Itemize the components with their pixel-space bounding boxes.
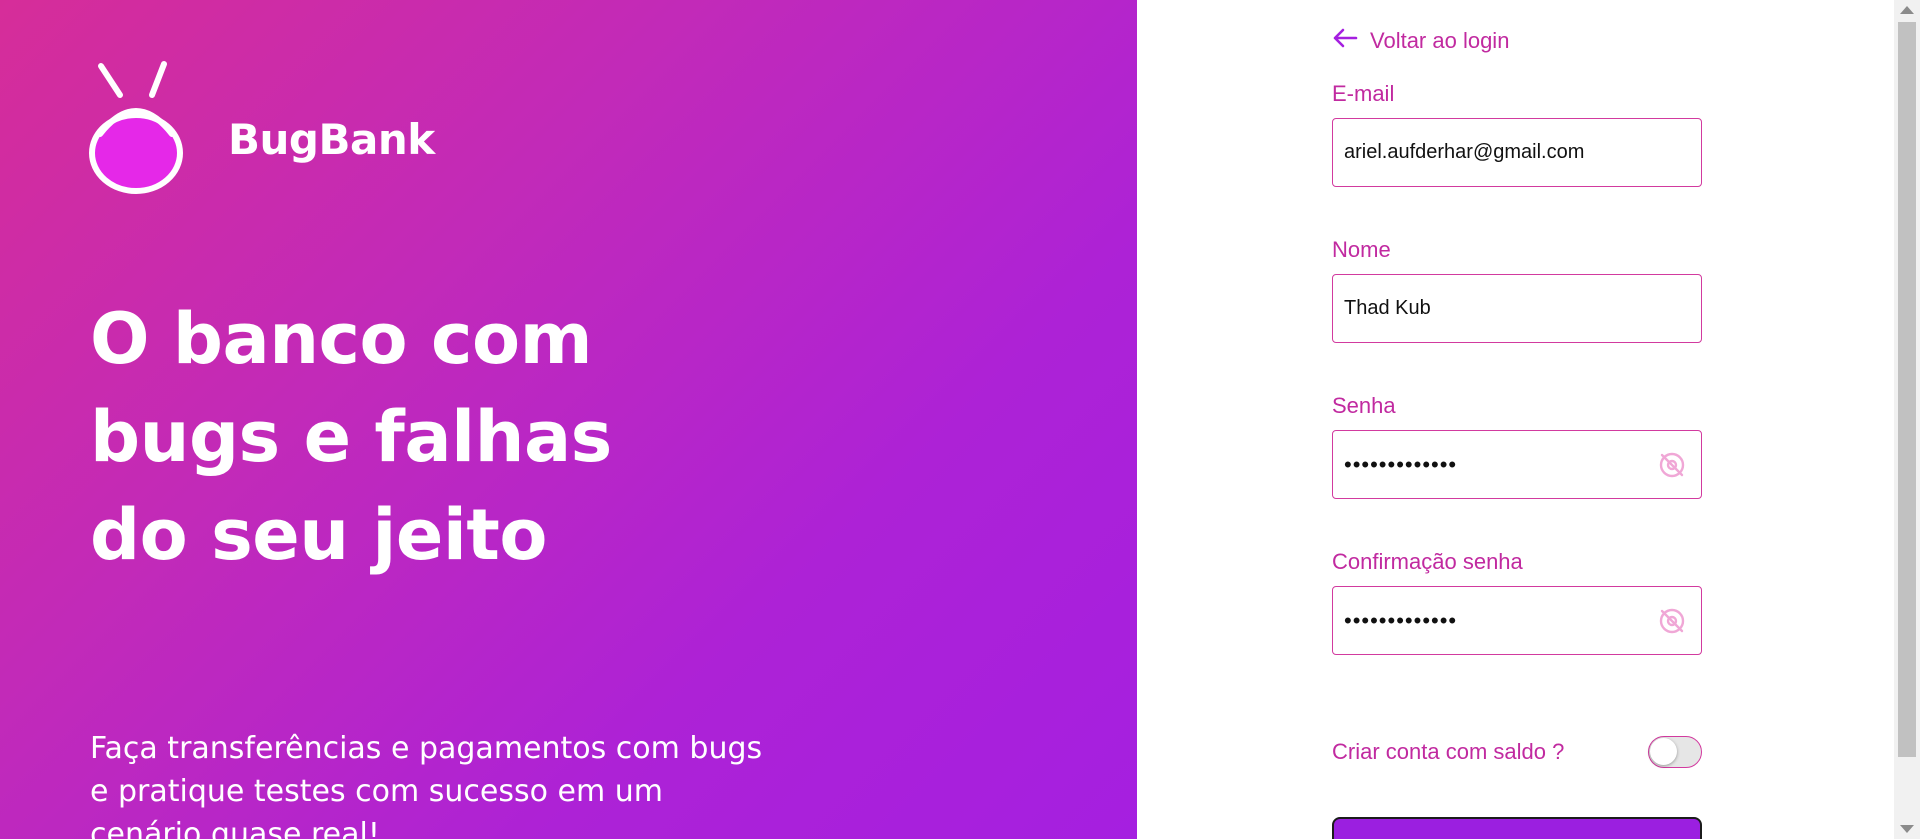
- password-input[interactable]: [1333, 431, 1701, 498]
- password-confirm-label: Confirmação senha: [1332, 549, 1523, 574]
- brand-name: BugBank: [228, 114, 435, 164]
- password-label: Senha: [1332, 393, 1396, 418]
- hero-headline: O banco com bugs e falhas do seu jeito: [90, 290, 790, 584]
- password-confirm-input-wrap: [1332, 586, 1702, 655]
- hero-panel: BugBank O banco com bugs e falhas do seu…: [0, 0, 1137, 839]
- headline-line: do seu jeito: [90, 494, 547, 576]
- eye-off-icon[interactable]: [1657, 450, 1687, 480]
- eye-off-icon[interactable]: [1657, 606, 1687, 636]
- email-group: E-mail: [1332, 80, 1702, 187]
- balance-toggle-row: Criar conta com saldo ?: [1332, 736, 1702, 768]
- scroll-thumb[interactable]: [1898, 22, 1916, 757]
- name-input[interactable]: [1333, 275, 1701, 342]
- bug-logo-icon: [88, 58, 184, 194]
- password-confirm-group: Confirmação senha: [1332, 548, 1702, 655]
- back-link-label: Voltar ao login: [1370, 28, 1510, 53]
- back-to-login-link[interactable]: Voltar ao login: [1332, 28, 1509, 54]
- page-scrollbar[interactable]: [1894, 0, 1920, 839]
- toggle-knob: [1650, 738, 1677, 765]
- email-input-wrap: [1332, 118, 1702, 187]
- scroll-down-icon[interactable]: [1900, 825, 1914, 833]
- form-panel: Voltar ao login E-mail Nome Senha: [1137, 0, 1894, 839]
- hero-subtext: Faça transferências e pagamentos com bug…: [90, 731, 763, 839]
- headline-line: bugs e falhas: [90, 396, 612, 478]
- email-label: E-mail: [1332, 81, 1395, 106]
- name-label: Nome: [1332, 237, 1391, 262]
- password-confirm-input[interactable]: [1333, 587, 1701, 654]
- name-group: Nome: [1332, 236, 1702, 343]
- headline-line: O banco com: [90, 298, 593, 380]
- logo: BugBank: [88, 58, 435, 194]
- register-page: BugBank O banco com bugs e falhas do seu…: [0, 0, 1920, 839]
- email-input[interactable]: [1333, 119, 1701, 186]
- name-input-wrap: [1332, 274, 1702, 343]
- arrow-left-icon: [1332, 28, 1370, 54]
- password-input-wrap: [1332, 430, 1702, 499]
- balance-toggle[interactable]: [1648, 736, 1702, 768]
- register-button[interactable]: [1332, 817, 1702, 839]
- password-group: Senha: [1332, 392, 1702, 499]
- scroll-up-icon[interactable]: [1900, 6, 1914, 14]
- balance-toggle-label: Criar conta com saldo ?: [1332, 739, 1565, 764]
